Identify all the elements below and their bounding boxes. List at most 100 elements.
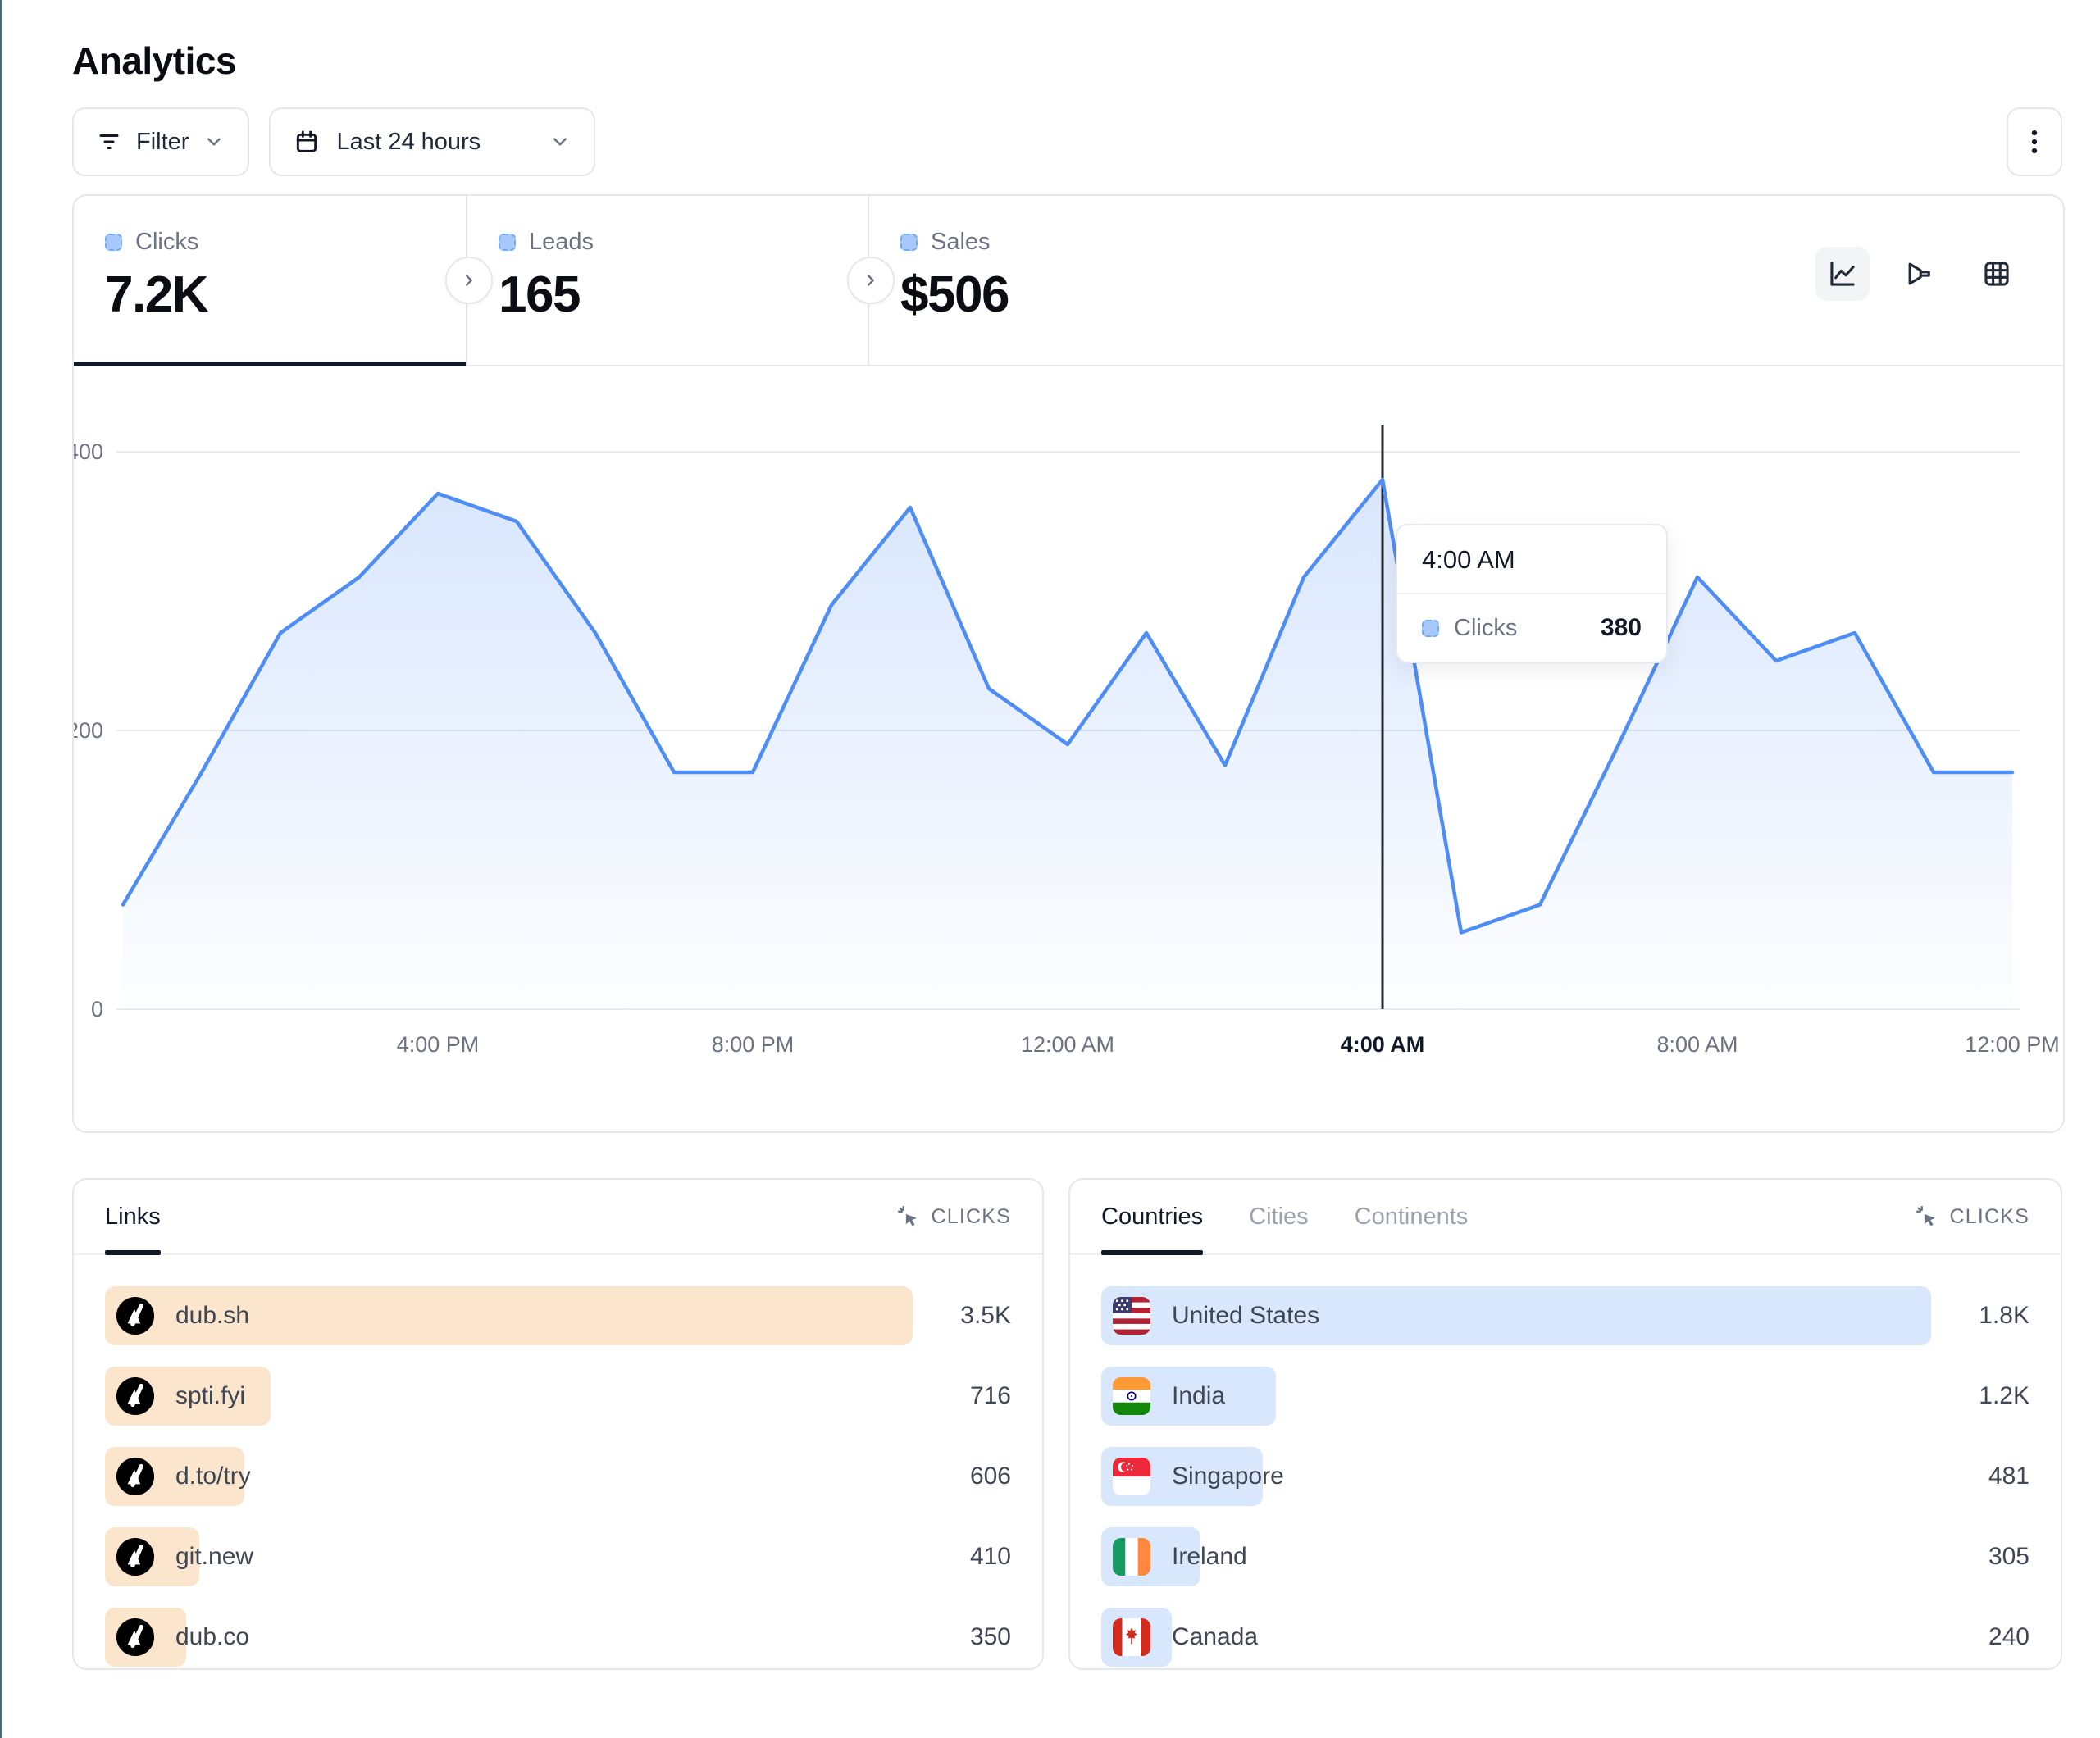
link-row[interactable]: dub.co 350 — [105, 1608, 1011, 1667]
stat-value: 7.2K — [105, 266, 466, 324]
link-row[interactable]: spti.fyi 716 — [105, 1367, 1011, 1426]
metric-label: CLICKS — [931, 1205, 1011, 1229]
flag-us-icon — [1113, 1297, 1150, 1335]
cursor-click-icon — [1915, 1204, 1939, 1229]
metric-label: CLICKS — [1949, 1205, 2029, 1229]
stats-row: Clicks 7.2K Leads 165 Sales $506 — [74, 196, 2063, 366]
dub-logo-icon — [116, 1538, 154, 1576]
clicks-count: 606 — [913, 1463, 1011, 1490]
page-title: Analytics — [72, 39, 2062, 83]
stat-expand-button[interactable] — [445, 257, 493, 304]
svg-text:8:00 AM: 8:00 AM — [1656, 1032, 1738, 1057]
svg-text:4:00 AM: 4:00 AM — [1341, 1032, 1425, 1057]
link-label: dub.sh — [175, 1302, 249, 1330]
date-range-button[interactable]: Last 24 hours — [269, 107, 595, 176]
tab-label: Cities — [1249, 1203, 1309, 1231]
country-row[interactable]: Singapore 481 — [1101, 1447, 2029, 1506]
stat-value: 165 — [499, 266, 868, 324]
funnel-chart-icon — [1904, 258, 1935, 289]
tab-countries[interactable]: Countries — [1101, 1180, 1203, 1253]
chevron-down-icon — [549, 131, 571, 152]
tab-cities[interactable]: Cities — [1249, 1180, 1309, 1253]
flag-canada-icon — [1113, 1618, 1150, 1656]
tooltip-value: 380 — [1601, 614, 1642, 642]
clicks-count: 305 — [1931, 1543, 2029, 1571]
cursor-click-icon — [896, 1204, 921, 1229]
clicks-count: 716 — [913, 1382, 1011, 1410]
svg-text:12:00 PM: 12:00 PM — [1965, 1032, 2060, 1057]
stat-expand-button[interactable] — [847, 257, 895, 304]
table-chart-toggle-button[interactable] — [1970, 247, 2024, 301]
clicks-count: 410 — [913, 1543, 1011, 1571]
links-rows: dub.sh 3.5K spti.fyi 716 — [74, 1255, 1042, 1698]
tab-continents[interactable]: Continents — [1355, 1180, 1469, 1253]
chevron-down-icon — [203, 131, 225, 152]
line-chart-icon — [1827, 258, 1858, 289]
leads-legend-swatch — [499, 234, 516, 251]
breakdown-panels: Links CLICKS dub.sh — [72, 1178, 2062, 1670]
chart-area: 0 200 400 4:00 PM 8:00 PM 12:00 AM 4:00 AM 8:00… — [74, 366, 2063, 1076]
link-row[interactable]: dub.sh 3.5K — [105, 1286, 1011, 1345]
clicks-count: 481 — [1931, 1463, 2029, 1490]
dub-logo-icon — [116, 1458, 154, 1495]
calendar-icon — [294, 129, 320, 155]
tab-label: Countries — [1101, 1203, 1203, 1231]
tooltip-legend-swatch — [1422, 620, 1439, 637]
svg-text:12:00 AM: 12:00 AM — [1021, 1032, 1114, 1057]
countries-panel: Countries Cities Continents CLICKS — [1068, 1178, 2062, 1670]
country-label: Ireland — [1172, 1543, 1247, 1571]
filter-button[interactable]: Filter — [72, 107, 249, 176]
svg-text:400: 400 — [74, 439, 103, 464]
toolbar: Filter Last 24 hours — [72, 107, 2062, 176]
sales-legend-swatch — [900, 234, 918, 251]
dub-logo-icon — [116, 1618, 154, 1656]
clicks-count: 240 — [1931, 1623, 2029, 1651]
more-options-button[interactable] — [2007, 107, 2062, 176]
country-row[interactable]: India 1.2K — [1101, 1367, 2029, 1426]
chart-type-toggles — [1815, 247, 2024, 301]
links-panel: Links CLICKS dub.sh — [72, 1178, 1044, 1670]
svg-text:0: 0 — [91, 997, 103, 1021]
dub-logo-icon — [116, 1377, 154, 1415]
date-range-label: Last 24 hours — [336, 129, 481, 156]
links-panel-header: Links CLICKS — [74, 1180, 1042, 1255]
clicks-area-chart[interactable]: 0 200 400 4:00 PM 8:00 PM 12:00 AM 4:00 AM 8:00… — [74, 412, 2064, 1076]
countries-rows: United States 1.8K India 1.2K — [1070, 1255, 2061, 1698]
link-label: git.new — [175, 1543, 253, 1571]
country-label: Singapore — [1172, 1463, 1284, 1490]
country-label: India — [1172, 1382, 1225, 1410]
country-label: United States — [1172, 1302, 1319, 1330]
country-row[interactable]: Canada 240 — [1101, 1608, 2029, 1667]
country-row[interactable]: United States 1.8K — [1101, 1286, 2029, 1345]
clicks-legend-swatch — [105, 234, 122, 251]
tab-label: Links — [105, 1203, 161, 1231]
stat-tab-clicks[interactable]: Clicks 7.2K — [74, 196, 467, 365]
clicks-count: 3.5K — [913, 1302, 1011, 1330]
line-chart-toggle-button[interactable] — [1815, 247, 1870, 301]
filter-icon — [97, 130, 121, 154]
metric-clicks-header: CLICKS — [1915, 1204, 2029, 1229]
analytics-page: Analytics Filter Last 24 hours — [0, 0, 2100, 1738]
svg-text:4:00 PM: 4:00 PM — [397, 1032, 480, 1057]
tab-links[interactable]: Links — [105, 1180, 161, 1253]
link-row[interactable]: d.to/try 606 — [105, 1447, 1011, 1506]
flag-ireland-icon — [1113, 1538, 1150, 1576]
link-label: spti.fyi — [175, 1382, 245, 1410]
link-label: d.to/try — [175, 1463, 251, 1490]
stat-label: Sales — [931, 229, 991, 256]
stat-tab-leads[interactable]: Leads 165 — [467, 196, 869, 365]
flag-singapore-icon — [1113, 1458, 1150, 1495]
clicks-count: 1.2K — [1931, 1382, 2029, 1410]
dub-logo-icon — [116, 1297, 154, 1335]
country-row[interactable]: Ireland 305 — [1101, 1527, 2029, 1586]
funnel-chart-toggle-button[interactable] — [1893, 247, 1947, 301]
tooltip-time: 4:00 AM — [1397, 525, 1666, 594]
link-label: dub.co — [175, 1623, 249, 1651]
link-row[interactable]: git.new 410 — [105, 1527, 1011, 1586]
svg-text:8:00 PM: 8:00 PM — [712, 1032, 795, 1057]
flag-india-icon — [1113, 1377, 1150, 1415]
svg-text:200: 200 — [74, 718, 103, 743]
kebab-menu-icon — [2022, 128, 2047, 156]
tooltip-series-label: Clicks — [1454, 615, 1517, 642]
filter-button-label: Filter — [136, 129, 189, 156]
